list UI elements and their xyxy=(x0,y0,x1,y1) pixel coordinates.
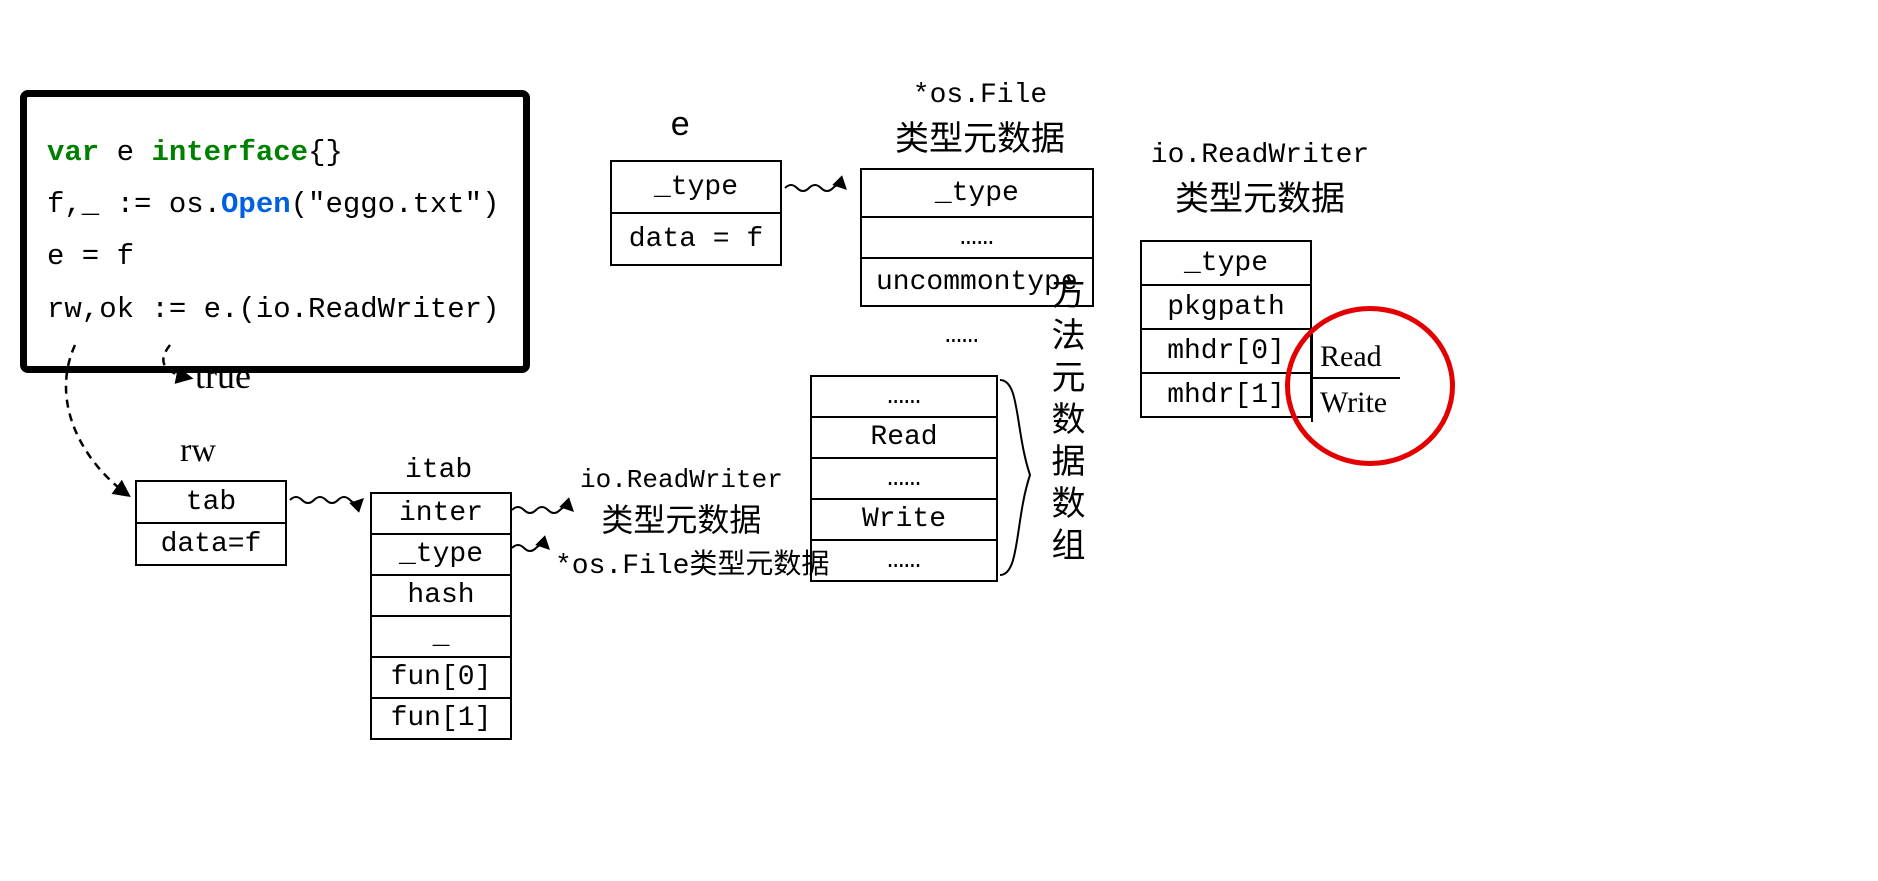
itab-fun0-cell: fun[0] xyxy=(371,657,511,698)
osfile-ellipsis: …… xyxy=(945,320,979,351)
e-label: e xyxy=(670,108,690,146)
rw-tab-cell: tab xyxy=(136,481,286,523)
itab-struct-table: inter _type hash _ fun[0] fun[1] xyxy=(370,492,512,740)
osfile-text: *os.File xyxy=(870,80,1090,111)
methods-d2: …… xyxy=(811,458,997,499)
methods-table: …… Read …… Write …… xyxy=(810,375,998,582)
code-line-3: e = f xyxy=(47,231,503,283)
iorw-pkgpath-cell: pkgpath xyxy=(1141,285,1311,329)
type-meta-text-2: 类型元数据 xyxy=(870,111,1090,161)
rw-struct-table: tab data=f xyxy=(135,480,287,566)
osfile-type-cell: _type xyxy=(861,169,1093,217)
osfile-dots-cell: …… xyxy=(861,217,1093,258)
true-label: true xyxy=(195,355,251,397)
e-type-cell: _type xyxy=(611,161,781,213)
code-l2-pre: f,_ := os. xyxy=(47,188,221,221)
rw-data-cell: data=f xyxy=(136,523,286,565)
kw-interface: interface xyxy=(151,136,308,169)
iorw-header: io.ReadWriter 类型元数据 xyxy=(1120,140,1400,221)
methods-array-label: 方法元数据数组 xyxy=(1040,275,1089,569)
red-circle-highlight xyxy=(1285,306,1455,466)
code-line-2: f,_ := os.Open("eggo.txt") xyxy=(47,179,503,231)
itab-hash-cell: hash xyxy=(371,575,511,616)
itab-inter-cell: inter xyxy=(371,493,511,534)
type-meta-text-3: 类型元数据 xyxy=(1120,171,1400,221)
iorw-mhdr0-cell: mhdr[0] xyxy=(1141,329,1311,373)
methods-d1: …… xyxy=(811,376,997,417)
iorw-type-cell: _type xyxy=(1141,241,1311,285)
methods-read: Read xyxy=(811,417,997,458)
itab-fun1-cell: fun[1] xyxy=(371,698,511,739)
code-line-1: var e interface{} xyxy=(47,127,503,179)
type-arrow-target: *os.File类型元数据 xyxy=(555,542,829,582)
osfile-meta-text: *os.File类型元数据 xyxy=(555,551,829,582)
code-e: e xyxy=(99,136,151,169)
code-line-4: rw,ok := e.(io.ReadWriter) xyxy=(47,284,503,336)
rw-label: rw xyxy=(180,432,216,470)
iorw-text: io.ReadWriter xyxy=(1120,140,1400,171)
itab-type-cell: _type xyxy=(371,534,511,575)
type-meta-text-1: 类型元数据 xyxy=(601,504,761,541)
e-struct-table: _type data = f xyxy=(610,160,782,266)
itab-label: itab xyxy=(405,455,472,486)
code-braces: {} xyxy=(308,136,343,169)
inter-arrow-target: io.ReadWriter 类型元数据 xyxy=(580,465,783,541)
itab-underscore-cell: _ xyxy=(371,616,511,657)
kw-open: Open xyxy=(221,188,291,221)
kw-var: var xyxy=(47,136,99,169)
methods-write: Write xyxy=(811,499,997,540)
methods-d3: …… xyxy=(811,540,997,581)
io-rw-text: io.ReadWriter xyxy=(580,465,783,495)
osfile-header: *os.File 类型元数据 xyxy=(870,80,1090,161)
code-l2-post: ("eggo.txt") xyxy=(291,188,500,221)
e-data-cell: data = f xyxy=(611,213,781,265)
code-snippet-box: var e interface{} f,_ := os.Open("eggo.t… xyxy=(20,90,530,373)
